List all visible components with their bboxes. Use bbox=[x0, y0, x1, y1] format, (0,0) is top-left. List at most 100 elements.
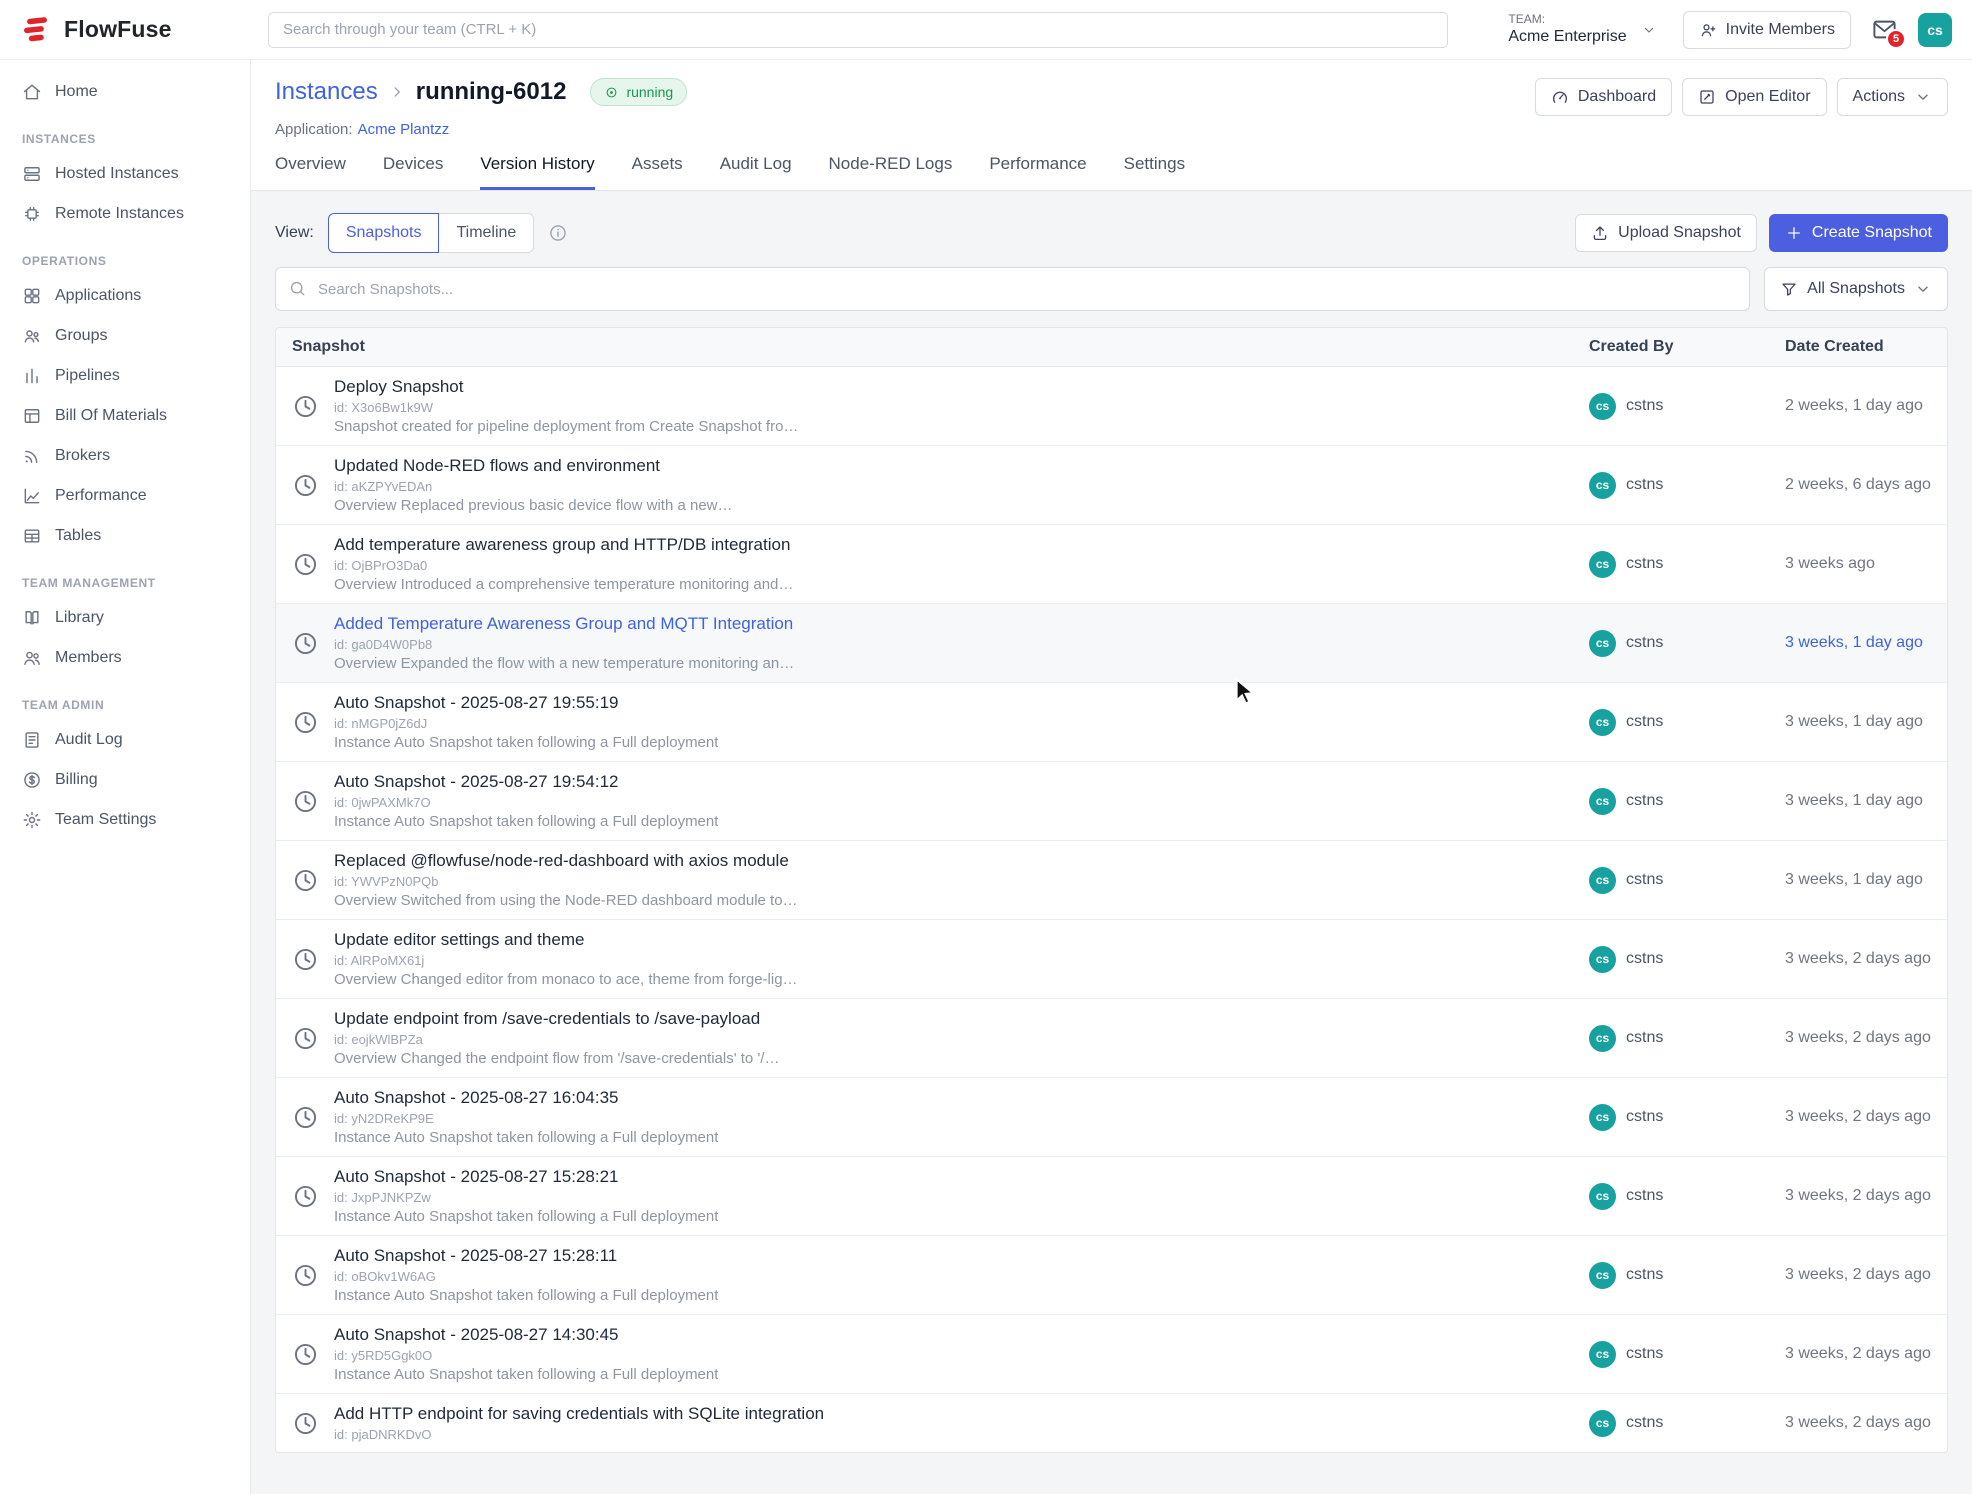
create-snapshot-button[interactable]: Create Snapshot bbox=[1769, 214, 1948, 252]
billing-icon bbox=[22, 770, 42, 790]
view-toolbar: View: SnapshotsTimeline Upload Snapshot … bbox=[275, 213, 1948, 253]
table-row[interactable]: Auto Snapshot - 2025-08-27 15:28:21id: J… bbox=[276, 1156, 1947, 1235]
table-row[interactable]: Updated Node-RED flows and environmentid… bbox=[276, 445, 1947, 524]
sidebar-item-applications[interactable]: Applications bbox=[0, 276, 250, 316]
user-avatar[interactable]: cs bbox=[1918, 13, 1952, 47]
invite-members-button[interactable]: Invite Members bbox=[1683, 11, 1851, 49]
table-row[interactable]: Add temperature awareness group and HTTP… bbox=[276, 524, 1947, 603]
actions-button[interactable]: Actions bbox=[1837, 78, 1948, 116]
gauge-icon bbox=[1551, 88, 1569, 106]
instance-tabs: Overview Devices Version History Assets Audi… bbox=[275, 154, 1948, 190]
application-link[interactable]: Acme Plantzz bbox=[358, 121, 450, 138]
created-by-name: cstns bbox=[1626, 1187, 1663, 1205]
tab-node-red-logs[interactable]: Node-RED Logs bbox=[829, 154, 953, 190]
sidebar-item-bill-of-materials[interactable]: Bill Of Materials bbox=[0, 396, 250, 436]
upload-snapshot-button[interactable]: Upload Snapshot bbox=[1575, 214, 1757, 252]
created-by-name: cstns bbox=[1626, 1345, 1663, 1363]
table-row[interactable]: Deploy Snapshotid: X3o6Bw1k9WSnapshot cr… bbox=[276, 367, 1947, 445]
team-search-input[interactable] bbox=[268, 12, 1448, 48]
snapshot-title-link[interactable]: Add HTTP endpoint for saving credentials… bbox=[334, 1404, 824, 1424]
table-row[interactable]: Auto Snapshot - 2025-08-27 14:30:45id: y… bbox=[276, 1314, 1947, 1393]
table-row[interactable]: Add HTTP endpoint for saving credentials… bbox=[276, 1393, 1947, 1452]
tab-assets[interactable]: Assets bbox=[632, 154, 683, 190]
avatar: cs bbox=[1589, 472, 1616, 499]
snapshot-title-link[interactable]: Update endpoint from /save-credentials t… bbox=[334, 1009, 779, 1029]
breadcrumb-instances-link[interactable]: Instances bbox=[275, 78, 378, 106]
snapshot-title-link[interactable]: Auto Snapshot - 2025-08-27 16:04:35 bbox=[334, 1088, 718, 1108]
sidebar-item-label: Home bbox=[55, 83, 98, 101]
table-row[interactable]: Auto Snapshot - 2025-08-27 15:28:11id: o… bbox=[276, 1235, 1947, 1314]
snapshot-title-link[interactable]: Added Temperature Awareness Group and MQ… bbox=[334, 614, 794, 634]
dashboard-button[interactable]: Dashboard bbox=[1535, 78, 1672, 116]
avatar: cs bbox=[1589, 393, 1616, 420]
snapshot-title-link[interactable]: Auto Snapshot - 2025-08-27 19:55:19 bbox=[334, 693, 718, 713]
open-editor-button[interactable]: Open Editor bbox=[1682, 78, 1826, 116]
tab-overview[interactable]: Overview bbox=[275, 154, 346, 190]
created-by-name: cstns bbox=[1626, 950, 1663, 968]
tab-version-history[interactable]: Version History bbox=[480, 154, 594, 190]
members-icon bbox=[22, 648, 42, 668]
table-row[interactable]: Added Temperature Awareness Group and MQ… bbox=[276, 603, 1947, 682]
snapshot-description: Snapshot created for pipeline deployment… bbox=[334, 418, 798, 435]
snapshot-description: Overview Changed editor from monaco to a… bbox=[334, 971, 798, 988]
bom-icon bbox=[22, 406, 42, 426]
date-created: 3 weeks, 1 day ago bbox=[1769, 624, 1947, 662]
table-row[interactable]: Auto Snapshot - 2025-08-27 19:54:12id: 0… bbox=[276, 761, 1947, 840]
tab-audit-log[interactable]: Audit Log bbox=[720, 154, 792, 190]
info-icon[interactable] bbox=[548, 223, 568, 243]
search-icon bbox=[288, 279, 307, 298]
sidebar-item-members[interactable]: Members bbox=[0, 638, 250, 678]
date-created: 3 weeks, 2 days ago bbox=[1769, 940, 1947, 978]
sidebar-item-audit-log[interactable]: Audit Log bbox=[0, 720, 250, 760]
sidebar-item-home[interactable]: Home bbox=[0, 72, 250, 112]
avatar: cs bbox=[1589, 709, 1616, 736]
snapshot-title-link[interactable]: Updated Node-RED flows and environment bbox=[334, 456, 733, 476]
tab-performance[interactable]: Performance bbox=[989, 154, 1086, 190]
sidebar-item-brokers[interactable]: Brokers bbox=[0, 436, 250, 476]
snapshot-search-input[interactable] bbox=[275, 267, 1750, 311]
snapshot-id: id: nMGP0jZ6dJ bbox=[334, 716, 718, 731]
table-row[interactable]: Auto Snapshot - 2025-08-27 16:04:35id: y… bbox=[276, 1077, 1947, 1156]
avatar: cs bbox=[1589, 1183, 1616, 1210]
tab-settings[interactable]: Settings bbox=[1124, 154, 1185, 190]
clock-icon bbox=[292, 393, 319, 420]
sidebar-item-pipelines[interactable]: Pipelines bbox=[0, 356, 250, 396]
sidebar-item-label: Applications bbox=[55, 287, 141, 305]
topbar-right: TEAM: Acme Enterprise Invite Members 5 c… bbox=[1502, 8, 1952, 51]
avatar: cs bbox=[1589, 1341, 1616, 1368]
snapshot-title-link[interactable]: Auto Snapshot - 2025-08-27 14:30:45 bbox=[334, 1325, 718, 1345]
table-row[interactable]: Update endpoint from /save-credentials t… bbox=[276, 998, 1947, 1077]
sidebar-item-library[interactable]: Library bbox=[0, 598, 250, 638]
snapshot-title-link[interactable]: Add temperature awareness group and HTTP… bbox=[334, 535, 793, 555]
sidebar-item-billing[interactable]: Billing bbox=[0, 760, 250, 800]
view-segment-snapshots[interactable]: Snapshots bbox=[328, 213, 440, 253]
sidebar-item-performance[interactable]: Performance bbox=[0, 476, 250, 516]
snapshot-title-link[interactable]: Auto Snapshot - 2025-08-27 15:28:11 bbox=[334, 1246, 718, 1266]
flowfuse-logo[interactable]: FlowFuse bbox=[20, 15, 252, 45]
snapshot-id: id: YWVPzN0PQb bbox=[334, 874, 798, 889]
page-header: Instances running-6012 running Dashboard bbox=[251, 60, 1972, 191]
snapshot-id: id: pjaDNRKDvO bbox=[334, 1427, 824, 1442]
snapshot-title-link[interactable]: Auto Snapshot - 2025-08-27 15:28:21 bbox=[334, 1167, 718, 1187]
snapshot-title-link[interactable]: Update editor settings and theme bbox=[334, 930, 798, 950]
table-row[interactable]: Auto Snapshot - 2025-08-27 19:55:19 id: n… bbox=[276, 682, 1947, 761]
date-created: 3 weeks, 1 day ago bbox=[1769, 861, 1947, 899]
notifications-button[interactable]: 5 bbox=[1871, 16, 1898, 43]
snapshot-title-link[interactable]: Auto Snapshot - 2025-08-27 19:54:12 bbox=[334, 772, 718, 792]
table-row[interactable]: Update editor settings and themeid: AlRP… bbox=[276, 919, 1947, 998]
sidebar-item-remote-instances[interactable]: Remote Instances bbox=[0, 194, 250, 234]
snapshot-title-link[interactable]: Deploy Snapshot bbox=[334, 377, 798, 397]
dashboard-button-label: Dashboard bbox=[1578, 88, 1656, 106]
team-selector[interactable]: TEAM: Acme Enterprise bbox=[1502, 8, 1662, 51]
snapshot-filter-dropdown[interactable]: All Snapshots bbox=[1764, 267, 1948, 311]
sidebar-item-tables[interactable]: Tables bbox=[0, 516, 250, 556]
chip-icon bbox=[22, 204, 42, 224]
sidebar-item-groups[interactable]: Groups bbox=[0, 316, 250, 356]
snapshot-title-link[interactable]: Replaced @flowfuse/node-red-dashboard wi… bbox=[334, 851, 798, 871]
sidebar-item-team-settings[interactable]: Team Settings bbox=[0, 800, 250, 840]
sidebar-item-hosted-instances[interactable]: Hosted Instances bbox=[0, 154, 250, 194]
logo-text: FlowFuse bbox=[64, 16, 172, 43]
view-segment-timeline[interactable]: Timeline bbox=[438, 213, 534, 253]
table-row[interactable]: Replaced @flowfuse/node-red-dashboard wi… bbox=[276, 840, 1947, 919]
tab-devices[interactable]: Devices bbox=[383, 154, 443, 190]
